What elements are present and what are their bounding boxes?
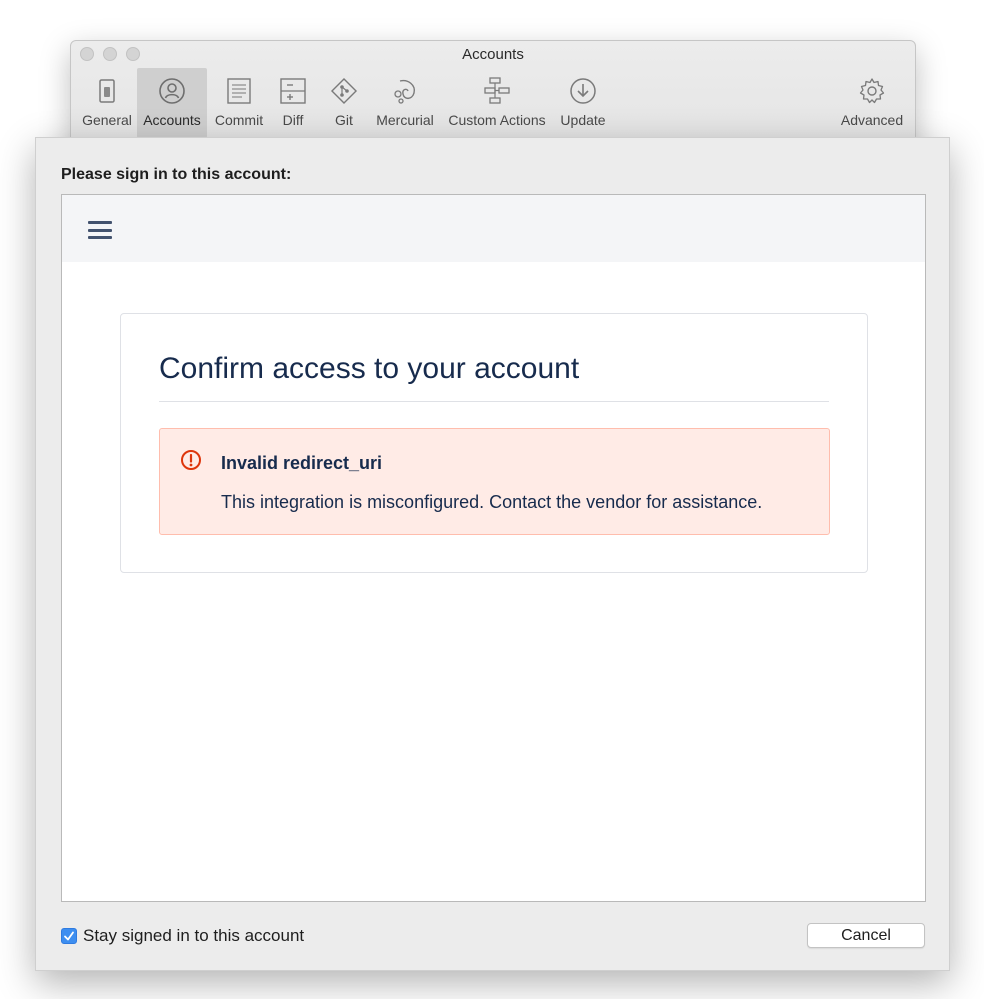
toolbar-label-git: Git [335, 112, 353, 128]
user-circle-icon [159, 78, 185, 104]
stay-signed-in-option[interactable]: Stay signed in to this account [61, 926, 304, 946]
switch-icon [99, 79, 115, 103]
error-title: Invalid redirect_uri [221, 453, 383, 473]
checkmark-icon [64, 931, 74, 941]
sign-in-webview: Confirm access to your account Invalid r… [61, 194, 926, 902]
toolbar-item-update[interactable]: Update [555, 68, 611, 138]
stay-signed-in-checkbox[interactable] [61, 928, 77, 944]
gear-icon [859, 78, 885, 104]
mercurial-icon [394, 79, 415, 104]
sign-in-prompt: Please sign in to this account: [61, 166, 292, 183]
git-icon [330, 77, 358, 105]
toolbar-label-diff: Diff [282, 112, 304, 128]
toolbar-item-git[interactable]: Git [321, 68, 367, 138]
error-message: This integration is misconfigured. Conta… [221, 492, 763, 512]
toolbar-item-general[interactable]: General [77, 68, 137, 138]
window-title: Accounts [462, 46, 524, 63]
toolbar-item-commit[interactable]: Commit [209, 68, 269, 138]
toolbar-item-mercurial[interactable]: Mercurial [372, 68, 438, 138]
toolbar-label-general: General [82, 112, 132, 128]
cancel-button[interactable]: Cancel [807, 923, 925, 948]
toolbar-label-advanced: Advanced [840, 112, 904, 128]
toolbar-item-diff[interactable]: Diff [269, 68, 317, 138]
confirm-access-card: Confirm access to your account Invalid r… [120, 313, 868, 573]
hamburger-menu-icon[interactable] [88, 221, 112, 239]
stay-signed-in-label: Stay signed in to this account [83, 926, 305, 945]
error-message-box: Invalid redirect_uri This integration is… [159, 428, 830, 535]
toolbar-item-custom-actions[interactable]: Custom Actions [443, 68, 551, 138]
sign-in-sheet: Please sign in to this account: Confirm … [35, 137, 950, 971]
webview-header [62, 195, 925, 262]
toolbar-label-commit: Commit [214, 112, 264, 128]
diff-icon [280, 78, 306, 104]
flowchart-icon [484, 77, 510, 104]
toolbar-label-mercurial: Mercurial [376, 112, 434, 128]
toolbar-item-advanced[interactable]: Advanced [833, 68, 911, 138]
toolbar-label-update: Update [560, 112, 606, 128]
error-circle-icon [181, 450, 201, 470]
toolbar-item-accounts[interactable]: Accounts [137, 68, 207, 138]
card-divider [159, 401, 829, 402]
download-circle-icon [570, 78, 596, 104]
document-lines-icon [227, 78, 251, 104]
toolbar-label-accounts: Accounts [143, 112, 201, 128]
toolbar-label-custom-actions: Custom Actions [448, 112, 546, 128]
card-title: Confirm access to your account [159, 352, 580, 385]
